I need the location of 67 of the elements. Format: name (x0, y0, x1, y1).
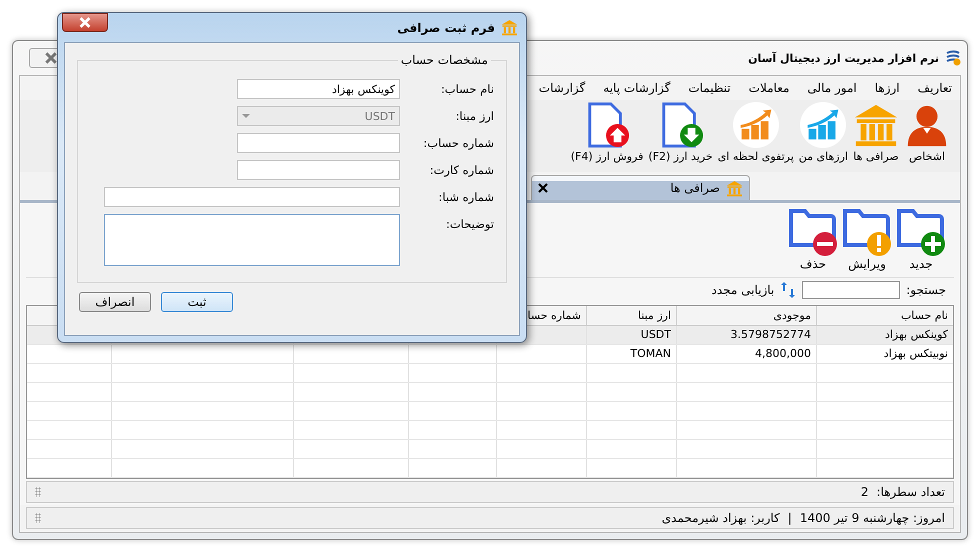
resize-grip (35, 513, 41, 523)
table-cell: TOMAN (630, 347, 671, 360)
action-button[interactable]: ویرایش (842, 207, 892, 277)
column-header[interactable]: نام حساب (816, 306, 953, 325)
menu-item[interactable]: امور مالی (807, 81, 857, 97)
action-button[interactable]: جدید (896, 207, 946, 277)
app-logo-icon (945, 50, 961, 66)
toolbar-button[interactable]: پرتفوی لحظه ای (716, 102, 796, 170)
field-label: توضیحات: (444, 216, 494, 231)
refresh-icon[interactable] (780, 282, 796, 298)
row-count-label: تعداد سطرها: (876, 485, 945, 499)
resize-grip (35, 487, 41, 497)
field-label: شماره حساب: (422, 135, 494, 150)
menu-item[interactable]: ارزها (874, 81, 900, 97)
search-field[interactable] (802, 281, 900, 299)
status-text: کاربر: بهزاد شیرمحمدی (662, 511, 780, 525)
menu-item[interactable]: گزارشات (538, 81, 586, 97)
dialog-title: فرم ثبت صرافی (397, 20, 495, 34)
table-cell: 4,800,000 (755, 347, 811, 360)
table-cell: کوینکس بهزاد (884, 328, 948, 342)
toolbar-button[interactable]: خرید ارز (F2) (646, 102, 715, 170)
table-cell: 3.5798752774 (730, 328, 811, 342)
input-field[interactable]: کوینکس بهزاد (237, 79, 400, 99)
bank-icon (853, 102, 899, 148)
toolbar-button[interactable]: ارزهای من (796, 102, 850, 170)
table-cell: نوبیتکس بهزاد (884, 347, 948, 360)
group-title: مشخصات حساب (400, 53, 489, 67)
field-label: ارز مبنا: (454, 108, 494, 123)
column-header[interactable]: موجودی (676, 306, 816, 325)
dialog-button[interactable]: ثبت (161, 292, 233, 312)
close-icon (44, 51, 58, 65)
row-count: 2 (860, 485, 869, 499)
input-field[interactable] (237, 160, 400, 180)
close-icon[interactable] (538, 183, 548, 193)
menu-item[interactable]: گزارشات پایه (603, 81, 670, 97)
input-field[interactable] (237, 133, 400, 153)
toolbar-button[interactable]: اشخاص (902, 102, 952, 170)
window-title: نرم افزار مدیریت ارز دیجیتال آسان (748, 52, 939, 64)
input-field[interactable] (104, 187, 400, 207)
field-label: نام حساب: (440, 81, 494, 96)
field-label: شماره شبا: (437, 189, 494, 204)
toolbar-button[interactable]: صرافی ها (851, 102, 901, 170)
action-button[interactable]: حذف (788, 207, 838, 277)
table-cell: USDT (640, 328, 671, 342)
menu-item[interactable]: معاملات (748, 81, 790, 97)
menu-item[interactable]: تنظیمات (688, 81, 731, 97)
bar-chart-icon (800, 102, 846, 148)
tab[interactable]: صرافی ها (531, 175, 750, 200)
refresh-link[interactable]: بازیابی مجدد (712, 283, 774, 297)
folder-add-icon (896, 207, 946, 257)
field-label: شماره کارت: (428, 162, 494, 177)
dialog-button[interactable]: انصراف (79, 292, 151, 312)
toolbar-button[interactable]: فروش ارز (F4) (568, 102, 646, 170)
status-text: | (788, 511, 792, 525)
status-text: امروز: چهارشنبه 9 تیر 1400 (800, 511, 945, 525)
bank-icon (726, 180, 743, 196)
folder-warning-icon (842, 207, 892, 257)
dropdown-arrow-icon (242, 114, 250, 118)
bar-chart-icon (732, 102, 779, 148)
bank-icon (501, 19, 518, 36)
close-button[interactable] (62, 13, 108, 32)
column-header[interactable]: ارز مبنا (586, 306, 676, 325)
search-label: جستجو: (906, 283, 946, 297)
notes-field[interactable] (104, 214, 400, 266)
close-icon (78, 17, 92, 28)
folder-remove-icon (788, 207, 838, 257)
menu-item[interactable]: تعاریف (918, 81, 952, 97)
